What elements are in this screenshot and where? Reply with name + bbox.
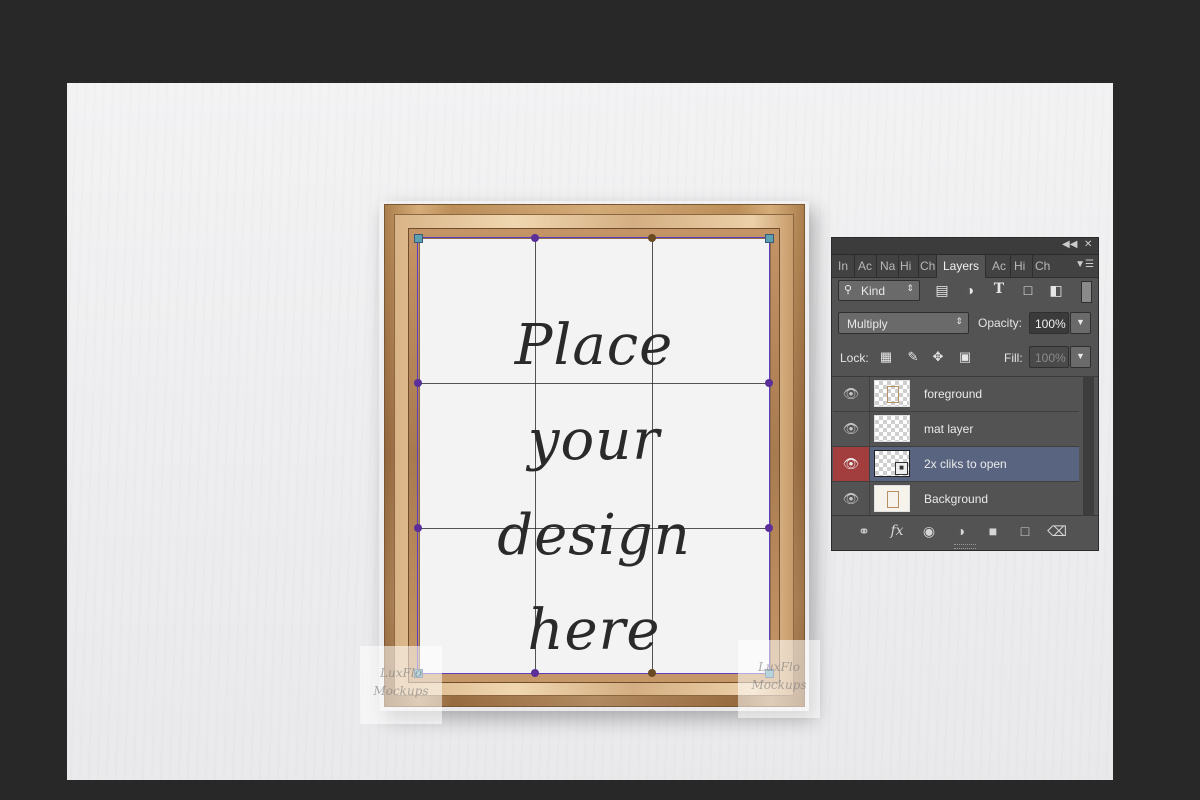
transform-handle-top-right[interactable] — [765, 234, 774, 243]
tab-channels-2[interactable]: Ch — [1033, 255, 1053, 277]
eye-icon[interactable]: 👁 — [833, 412, 870, 446]
lock-image-icon[interactable]: ✎ — [904, 349, 922, 365]
fx-icon[interactable]: fx — [887, 523, 907, 539]
tab-info[interactable]: In — [836, 255, 855, 277]
tab-history-2[interactable]: Hi — [1012, 255, 1033, 277]
tab-history[interactable]: Hi — [898, 255, 919, 277]
panel-title-bar[interactable]: ◀◀ ✕ — [832, 238, 1098, 255]
filter-kind-label: Kind — [861, 284, 886, 298]
watermark: LuxFlo Mockups — [738, 640, 820, 718]
double-chevron-left-icon[interactable]: ◀◀ — [1062, 239, 1077, 250]
chevron-down-icon: ▼ — [1076, 317, 1085, 327]
layer-row-smart-object[interactable]: 👁 ■ 2x cliks to open — [833, 447, 1079, 482]
blend-mode-select[interactable]: Multiply ⇕ — [838, 312, 969, 334]
stepper-icon: ⇕ — [955, 316, 963, 326]
grid-line-horizontal — [418, 383, 769, 384]
chevron-down-icon: ▼ — [1076, 351, 1085, 361]
tab-actions[interactable]: Ac — [856, 255, 877, 277]
fill-dropdown[interactable]: ▼ — [1070, 346, 1091, 368]
lock-position-icon[interactable]: ✥ — [929, 349, 947, 365]
transform-handle-left[interactable] — [414, 379, 422, 387]
new-layer-icon[interactable]: □ — [1015, 523, 1035, 539]
filter-kind-select[interactable]: ⚲ Kind ⇕ — [838, 280, 920, 301]
opacity-value: 100% — [1035, 317, 1066, 331]
eye-icon[interactable]: 👁 — [833, 377, 870, 411]
lock-transparent-icon[interactable]: ▦ — [877, 349, 895, 365]
layer-name: foreground — [924, 387, 983, 401]
transform-handle-right[interactable] — [765, 379, 773, 387]
layer-name: Background — [924, 492, 989, 506]
trash-icon[interactable]: ⌫ — [1047, 523, 1067, 540]
transform-grid[interactable] — [414, 234, 774, 678]
tab-actions-2[interactable]: Ac — [990, 255, 1011, 277]
adjustment-filter-icon[interactable]: ◑ — [961, 282, 979, 298]
smart-object-badge-icon: ■ — [895, 462, 908, 475]
transform-handle-top[interactable] — [531, 234, 539, 242]
eye-icon[interactable]: 👁 — [833, 482, 870, 516]
folder-icon[interactable]: ■ — [983, 523, 1003, 539]
resize-grip[interactable] — [954, 544, 976, 549]
transform-handle-top-left[interactable] — [414, 234, 423, 243]
layers-scrollbar[interactable] — [1083, 376, 1094, 516]
grid-line-vertical — [652, 238, 653, 673]
lock-all-icon[interactable]: ▣ — [956, 349, 974, 365]
layer-name: mat layer — [924, 422, 974, 436]
opacity-label: Opacity: — [978, 316, 1023, 330]
layers-panel: ◀◀ ✕ In Ac Na Hi Ch Layers Ac Hi Ch ▼☰ ⚲… — [831, 237, 1099, 551]
opacity-dropdown[interactable]: ▼ — [1070, 312, 1091, 334]
grid-line-horizontal — [418, 528, 769, 529]
layer-row-mat-layer[interactable]: 👁 mat layer — [833, 412, 1079, 447]
tab-navigator[interactable]: Na — [878, 255, 899, 277]
transform-handle-top[interactable] — [648, 234, 656, 242]
layer-thumbnail: ■ — [874, 450, 910, 477]
layer-thumbnail — [874, 380, 910, 407]
tab-channels[interactable]: Ch — [918, 255, 938, 277]
adjustment-icon[interactable]: ◑ — [951, 523, 971, 539]
transform-handle-right[interactable] — [765, 524, 773, 532]
fill-value: 100% — [1035, 351, 1066, 365]
transform-handle-left[interactable] — [414, 524, 422, 532]
grid-line-vertical — [535, 238, 536, 673]
fill-input[interactable]: 100% — [1029, 346, 1069, 368]
type-filter-icon[interactable]: T — [990, 281, 1008, 297]
close-icon[interactable]: ✕ — [1084, 239, 1092, 250]
transform-handle-bottom[interactable] — [531, 669, 539, 677]
stepper-icon: ⇕ — [906, 283, 914, 293]
frame-thumb — [887, 386, 899, 403]
fill-label: Fill: — [1004, 351, 1023, 365]
layer-name: 2x cliks to open — [924, 457, 1007, 471]
search-icon: ⚲ — [844, 284, 853, 296]
link-icon[interactable]: ⚭ — [854, 523, 874, 540]
tab-layers[interactable]: Layers — [936, 255, 987, 278]
watermark: LuxFlo Mockups — [360, 646, 442, 724]
panel-bottom-bar: ⚭ fx ◉ ◑ ■ □ ⌫ — [832, 515, 1098, 550]
blend-row: Multiply ⇕ Opacity: 100% ▼ — [832, 310, 1098, 338]
mask-icon[interactable]: ◉ — [919, 523, 939, 540]
lock-label: Lock: — [840, 351, 869, 365]
filter-toggle[interactable] — [1081, 281, 1092, 303]
transform-handle-bottom[interactable] — [648, 669, 656, 677]
layer-row-background[interactable]: 👁 Background — [833, 482, 1079, 517]
frame-thumb — [887, 491, 899, 508]
panel-tabs: In Ac Na Hi Ch Layers Ac Hi Ch ▼☰ — [832, 255, 1098, 278]
eye-icon[interactable]: 👁 — [833, 447, 870, 481]
opacity-input[interactable]: 100% — [1029, 312, 1069, 334]
blend-mode-value: Multiply — [847, 317, 888, 331]
layer-row-foreground[interactable]: 👁 foreground — [833, 377, 1079, 412]
image-filter-icon[interactable]: ▤ — [933, 282, 951, 299]
shape-filter-icon[interactable]: □ — [1019, 282, 1037, 298]
lock-row: Lock: ▦ ✎ ✥ ▣ Fill: 100% ▼ — [832, 344, 1098, 372]
smart-object-filter-icon[interactable]: ◧ — [1047, 282, 1065, 299]
layer-thumbnail — [874, 415, 910, 442]
panel-menu-icon[interactable]: ▼☰ — [1075, 259, 1094, 270]
filter-row: ⚲ Kind ⇕ ▤ ◑ T □ ◧ — [832, 278, 1098, 306]
layer-thumbnail — [874, 485, 910, 512]
